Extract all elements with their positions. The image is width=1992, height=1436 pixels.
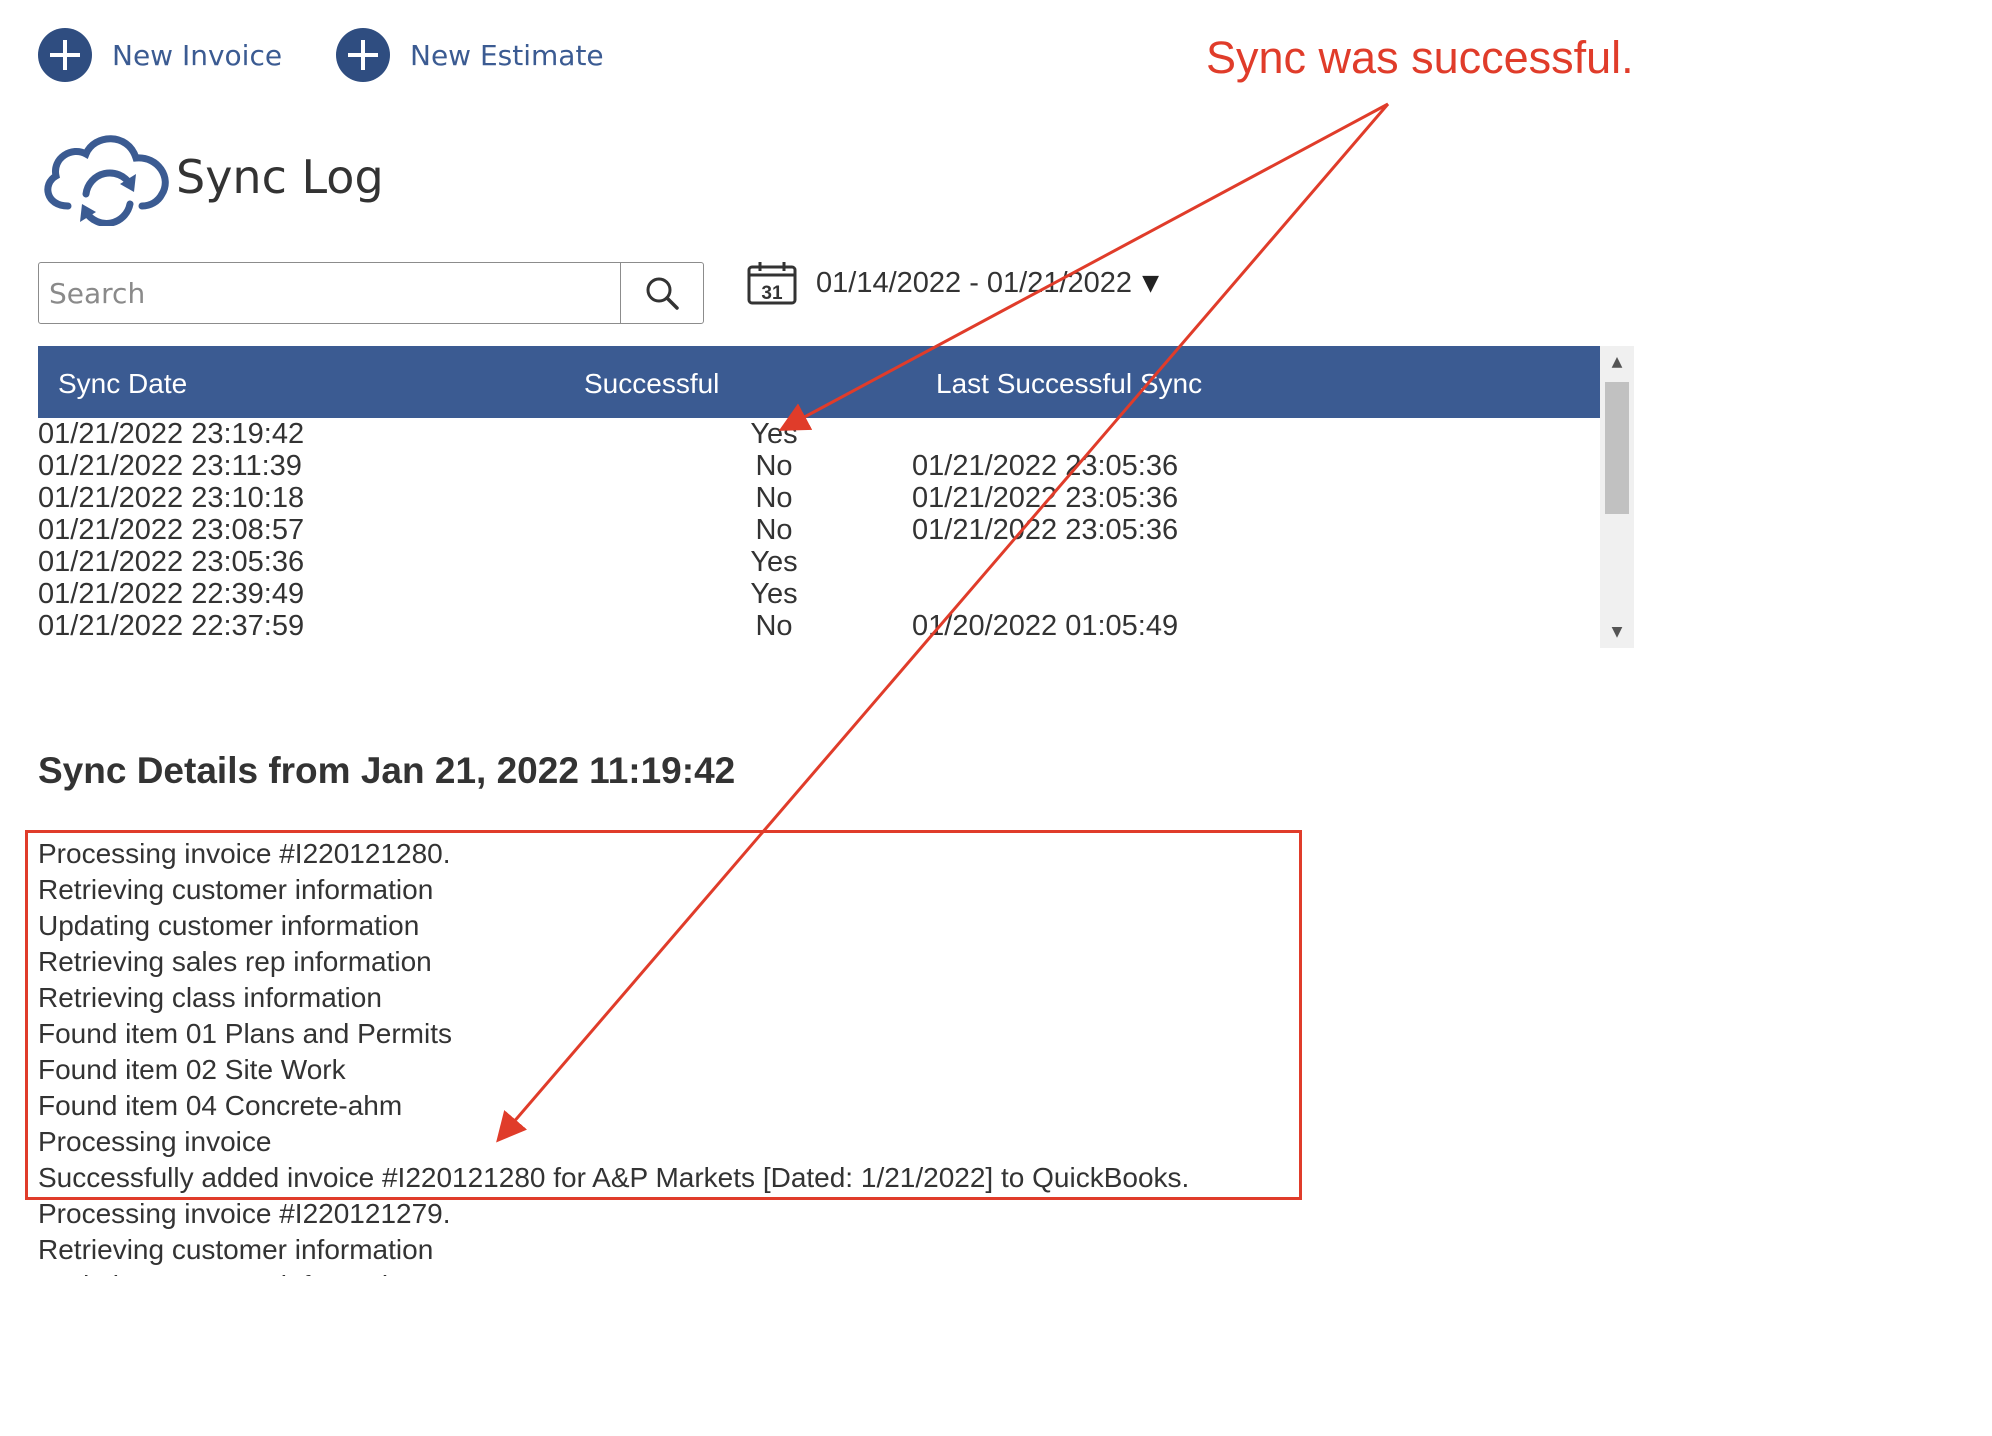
new-estimate-button[interactable]: New Estimate <box>336 28 604 82</box>
log-line: Found item 04 Concrete-ahm <box>38 1090 403 1121</box>
search-button[interactable] <box>620 263 703 323</box>
cell-sync-date: 01/21/2022 23:08:57 <box>38 514 305 546</box>
date-range-text: 01/14/2022 - 01/21/2022 <box>816 266 1133 299</box>
table-row[interactable]: 01/21/2022 23:05:36 Yes <box>38 546 1600 578</box>
log-line: Retrieving customer information <box>38 1234 434 1265</box>
cell-successful: No <box>755 610 793 642</box>
cell-sync-date: 01/21/2022 23:05:36 <box>38 546 305 578</box>
table-scrollbar[interactable]: ▲ ▼ <box>1600 346 1634 648</box>
scrollbar-thumb[interactable] <box>1605 382 1629 514</box>
scroll-down-arrow-icon[interactable]: ▼ <box>1600 620 1634 644</box>
new-invoice-label: New Invoice <box>112 38 283 72</box>
cell-successful: No <box>755 450 793 482</box>
table-row[interactable]: 01/21/2022 23:10:18 No 01/21/2022 23:05:… <box>38 482 1600 514</box>
cell-successful: No <box>755 514 793 546</box>
cell-successful: Yes <box>750 546 798 578</box>
log-line: Processing invoice #I220121280. <box>38 838 451 869</box>
plus-circle-icon <box>38 28 92 82</box>
new-estimate-label: New Estimate <box>410 38 604 72</box>
sync-table-body: 01/21/2022 23:19:42 Yes 01/21/2022 23:11… <box>38 418 1600 642</box>
sync-table-header: Sync Date Successful Last Successful Syn… <box>38 346 1600 418</box>
log-line: Retrieving customer information <box>38 874 434 905</box>
search-icon <box>646 277 679 310</box>
header-sync-date[interactable]: Sync Date <box>58 368 187 400</box>
log-line: Updating customer information <box>38 1268 1278 1276</box>
cell-sync-date: 01/21/2022 22:39:49 <box>38 578 305 610</box>
header-last-successful-sync[interactable]: Last Successful Sync <box>936 368 1202 400</box>
new-invoice-button[interactable]: New Invoice <box>38 28 282 82</box>
header-successful[interactable]: Successful <box>584 368 719 400</box>
cell-sync-date: 01/21/2022 23:10:18 <box>38 482 305 514</box>
cell-successful: Yes <box>750 578 798 610</box>
cell-sync-date: 01/21/2022 23:19:42 <box>38 418 305 450</box>
log-line: Processing invoice <box>38 1126 272 1157</box>
plus-circle-icon <box>336 28 390 82</box>
cell-sync-date: 01/21/2022 23:11:39 <box>38 450 302 482</box>
table-row[interactable]: 01/21/2022 22:37:59 No 01/20/2022 01:05:… <box>38 610 1600 642</box>
log-line: Updating customer information <box>38 910 420 941</box>
sync-details-log[interactable]: Processing invoice #I220121280. Retrievi… <box>38 836 1278 1276</box>
cell-last-successful-sync: 01/20/2022 01:05:49 <box>912 610 1179 642</box>
caret-down-icon: ▼ <box>1142 270 1159 296</box>
search-box <box>38 262 704 324</box>
log-line: Retrieving sales rep information <box>38 946 432 977</box>
cell-last-successful-sync: 01/21/2022 23:05:36 <box>912 482 1179 514</box>
cell-successful: No <box>755 482 793 514</box>
table-row[interactable]: 01/21/2022 23:08:57 No 01/21/2022 23:05:… <box>38 514 1600 546</box>
scroll-up-arrow-icon[interactable]: ▲ <box>1600 350 1634 374</box>
log-line: Successfully added invoice #I220121280 f… <box>38 1162 1190 1193</box>
sync-details-title: Sync Details from Jan 21, 2022 11:19:42 <box>38 750 736 791</box>
table-row[interactable]: 01/21/2022 23:19:42 Yes <box>38 418 1600 450</box>
search-input[interactable] <box>39 263 620 323</box>
cell-last-successful-sync: 01/21/2022 23:05:36 <box>912 450 1179 482</box>
page-title: Sync Log <box>176 150 384 204</box>
log-line: Found item 02 Site Work <box>38 1054 346 1085</box>
log-line: Found item 01 Plans and Permits <box>38 1018 452 1049</box>
annotation-text: Sync was successful. <box>1206 32 1634 83</box>
table-row[interactable]: 01/21/2022 22:39:49 Yes <box>38 578 1600 610</box>
table-row[interactable]: 01/21/2022 23:11:39 No 01/21/2022 23:05:… <box>38 450 1600 482</box>
date-range-picker[interactable]: 31 01/14/2022 - 01/21/2022 ▼ <box>746 260 1159 306</box>
cell-sync-date: 01/21/2022 22:37:59 <box>38 610 305 642</box>
log-line: Retrieving class information <box>38 982 382 1013</box>
cloud-sync-icon <box>38 122 178 230</box>
svg-text:31: 31 <box>761 283 783 304</box>
calendar-icon: 31 <box>747 262 797 305</box>
cell-successful: Yes <box>750 418 798 450</box>
log-line: Processing invoice #I220121279. <box>38 1198 451 1229</box>
cell-last-successful-sync: 01/21/2022 23:05:36 <box>912 514 1179 546</box>
